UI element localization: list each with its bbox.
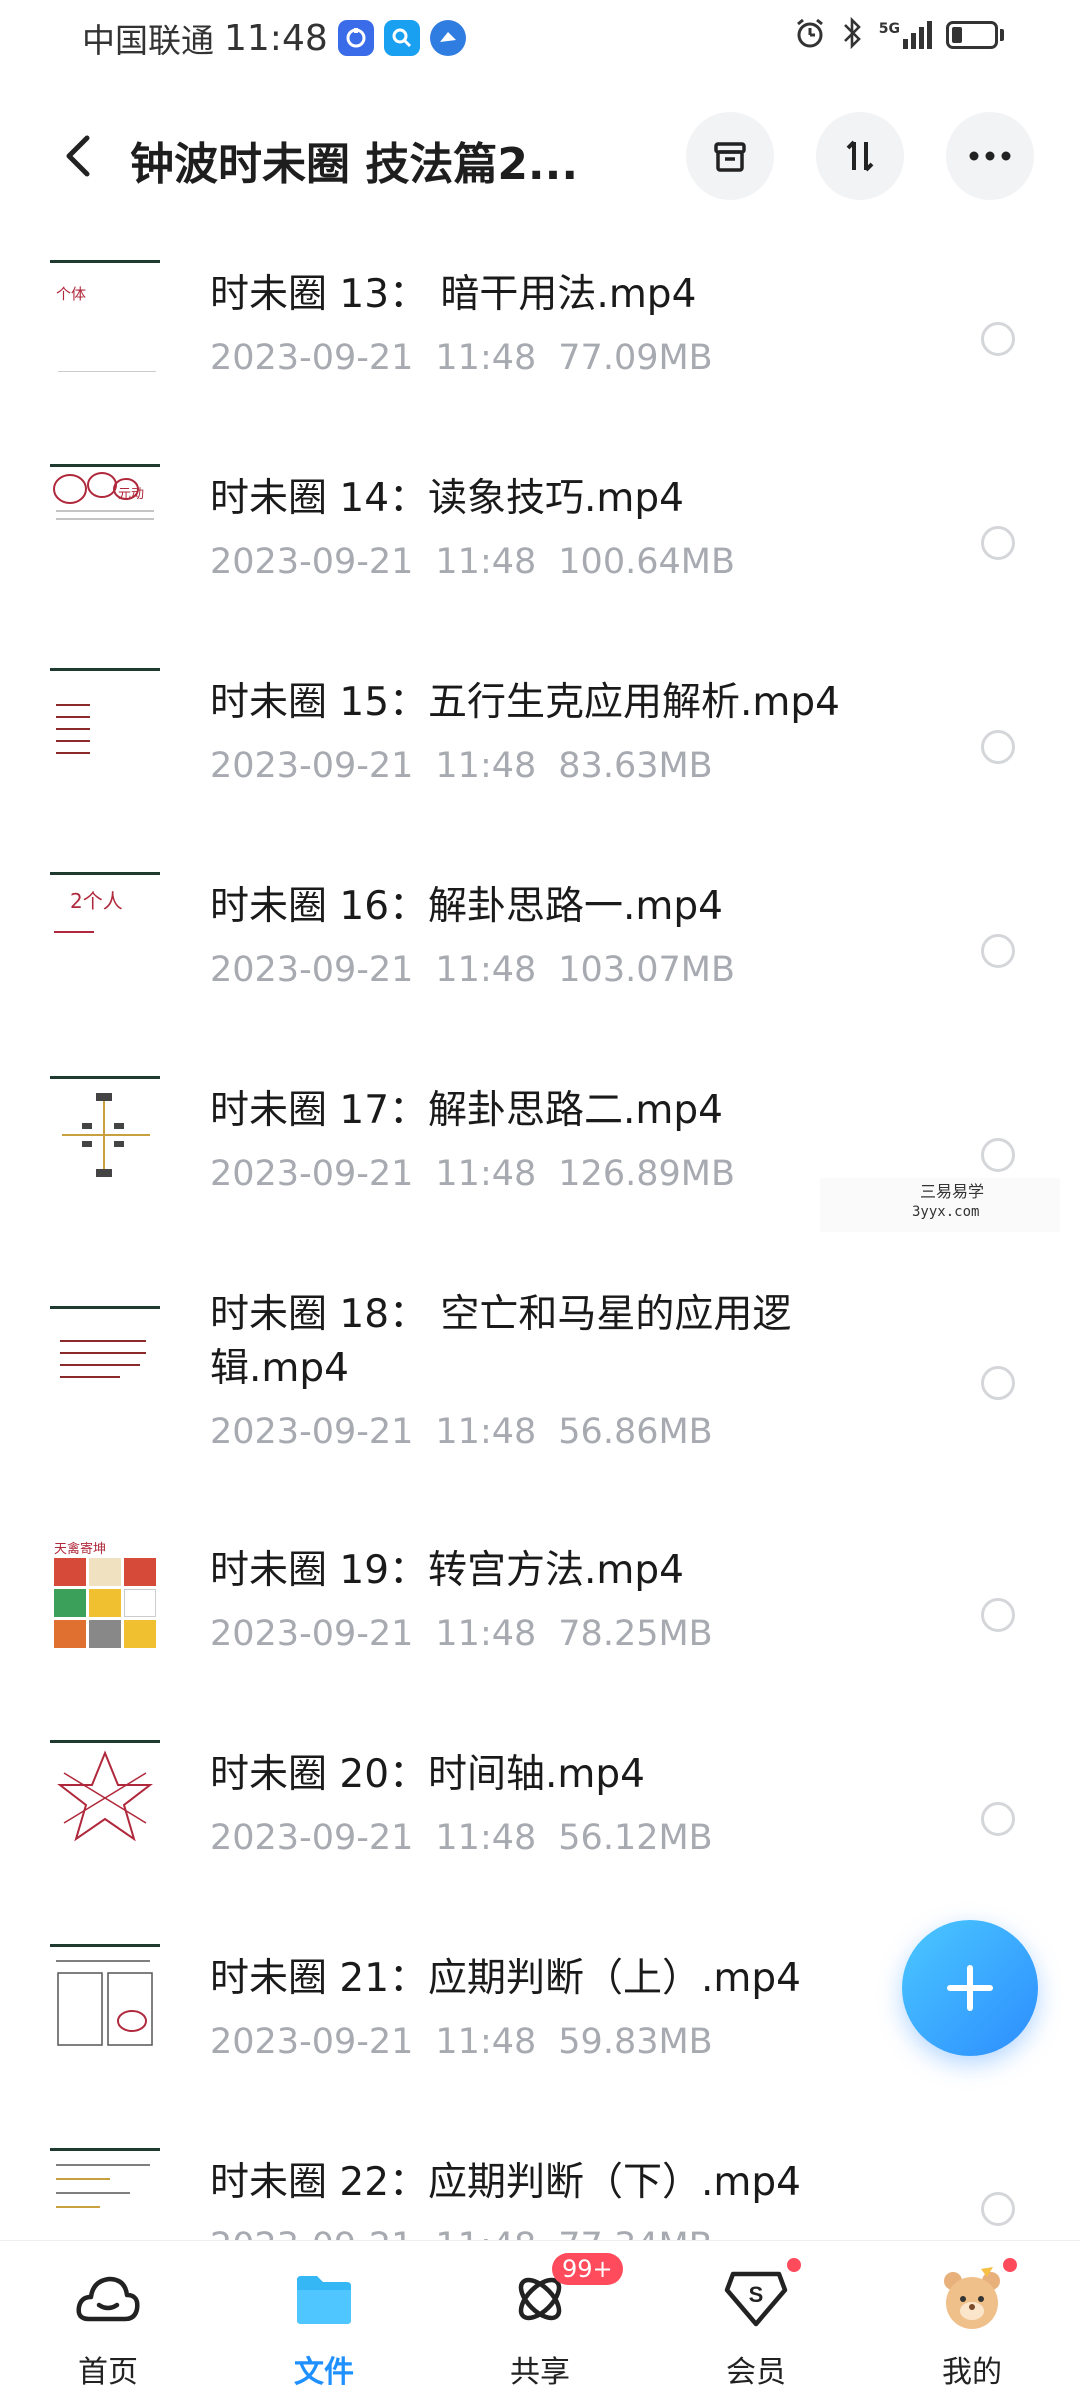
file-name: 时未圈 15：五行生克应用解析.mp4: [210, 680, 840, 725]
file-row[interactable]: 时未圈 18： 空亡和马星的应用逻辑.mp4 2023-09-21 11:48 56…: [0, 1280, 1080, 1510]
file-meta: 2023-09-21 11:48 126.89MB: [210, 1154, 735, 1194]
signal-5g-icon: 5G: [879, 21, 932, 49]
file-name: 时未圈 18： 空亡和马星的应用逻辑.mp4: [210, 1292, 792, 1391]
file-row[interactable]: 个体 时未圈 13： 暗干用法.mp4 2023-09-21 11:48 77.09…: [0, 260, 1080, 430]
back-button[interactable]: [48, 126, 108, 186]
nav-item-profile[interactable]: 我的: [892, 2255, 1052, 2393]
archive-box-icon: [714, 142, 746, 172]
select-radio[interactable]: [981, 1366, 1015, 1400]
nav-item-files[interactable]: 文件: [244, 2263, 404, 2393]
video-thumbnail: [50, 668, 160, 783]
share-orbit-icon: 99+: [502, 2253, 623, 2335]
battery-icon: [946, 21, 1004, 49]
status-time: 11:48: [224, 17, 328, 59]
back-arrow-icon: [66, 135, 90, 177]
video-thumbnail: [50, 1076, 160, 1191]
file-row[interactable]: 天禽寄坤 时未圈 19：转宫方法.mp4 2023-09-21 11:48 78.2…: [0, 1536, 1080, 1706]
video-thumbnail: 个体: [50, 260, 160, 375]
profile-red-dot: [1000, 2255, 1020, 2275]
file-row[interactable]: 时未圈 22：应期判断（下）.mp4 2023-09-2111:4877.34M…: [0, 2148, 1080, 2240]
video-thumbnail: 天禽寄坤: [50, 1536, 160, 1651]
video-thumbnail: 2个人: [50, 872, 160, 987]
archive-button[interactable]: [686, 112, 774, 200]
more-options-button[interactable]: [946, 112, 1034, 200]
video-thumbnail: [50, 2148, 160, 2240]
file-meta: 2023-09-2111:4877.34MB: [210, 2226, 735, 2240]
file-meta: 2023-09-21 11:48 100.64MB: [210, 542, 735, 582]
vip-diamond-icon: S: [718, 2255, 804, 2335]
file-name: 时未圈 19：转宫方法.mp4: [210, 1548, 684, 1593]
nav-item-share[interactable]: 99+ 共享: [460, 2253, 623, 2393]
video-thumbnail: [50, 1740, 160, 1855]
file-row[interactable]: 时未圈 15：五行生克应用解析.mp4 2023-09-21 11:48 83.63…: [0, 668, 1080, 838]
notification-app-icon: [337, 20, 374, 56]
file-name: 时未圈 20：时间轴.mp4: [210, 1752, 645, 1797]
plus-icon: [947, 1965, 993, 2011]
select-radio[interactable]: [981, 526, 1015, 560]
add-button[interactable]: [902, 1920, 1038, 2056]
file-meta: 2023-09-21 11:48 56.86MB: [210, 1412, 713, 1452]
file-meta: 2023-09-21 11:48 103.07MB: [210, 950, 735, 990]
video-thumbnail: [50, 1306, 160, 1421]
top-app-bar: 钟波时未圈 技法篇2...: [0, 100, 1080, 212]
select-radio[interactable]: [981, 730, 1015, 764]
file-meta: 2023-09-21 11:48 59.83MB: [210, 2022, 713, 2062]
select-radio[interactable]: [981, 934, 1015, 968]
file-name: 时未圈 21：应期判断（上）.mp4: [210, 1956, 801, 2001]
status-bar: 中国联通 11:48 5G: [0, 0, 1080, 72]
select-radio[interactable]: [981, 1598, 1015, 1632]
file-name: 时未圈 16：解卦思路一.mp4: [210, 884, 723, 929]
sort-arrows-icon: [846, 140, 874, 172]
select-radio[interactable]: [981, 322, 1015, 356]
browser-app-icon: [429, 20, 466, 56]
file-name: 时未圈 17：解卦思路二.mp4: [210, 1088, 723, 1133]
nav-item-home[interactable]: 首页: [28, 2263, 188, 2393]
page-title: 钟波时未圈 技法篇2...: [130, 139, 579, 190]
file-name: 时未圈 13： 暗干用法.mp4: [210, 272, 697, 317]
carrier-name: 中国联通: [82, 21, 214, 60]
file-meta: 2023-09-21 11:48 78.25MB: [210, 1614, 713, 1654]
video-thumbnail: 元动: [50, 464, 160, 579]
file-meta: 2023-09-21 11:48 56.12MB: [210, 1818, 713, 1858]
select-radio[interactable]: [981, 1802, 1015, 1836]
file-row[interactable]: 元动 时未圈 14：读象技巧.mp4 2023-09-21 11:48 100.64…: [0, 464, 1080, 634]
home-cloud-icon: [70, 2263, 146, 2335]
vip-red-dot: [784, 2255, 804, 2275]
video-thumbnail: [50, 1944, 160, 2059]
select-radio[interactable]: [981, 2192, 1015, 2226]
select-radio[interactable]: [981, 1138, 1015, 1172]
file-row[interactable]: 2个人 时未圈 16：解卦思路一.mp4 2023-09-21 11:48 103.…: [0, 872, 1080, 1042]
sort-button[interactable]: [816, 112, 904, 200]
svg-text:S: S: [749, 2282, 764, 2307]
file-name: 时未圈 14：读象技巧.mp4: [210, 476, 684, 521]
file-meta: 2023-09-21 11:48 77.09MB: [210, 338, 713, 378]
folder-icon: [286, 2263, 362, 2335]
site-watermark: 三易易学 3yyx.com: [820, 1178, 1060, 1232]
more-dots-icon: [969, 151, 1011, 161]
file-name: 时未圈 22：应期判断（下）.mp4: [210, 2160, 801, 2205]
bear-avatar-icon: [934, 2255, 1020, 2335]
file-meta: 2023-09-21 11:48 83.63MB: [210, 746, 713, 786]
notification-badge: 99+: [552, 2253, 623, 2285]
file-row[interactable]: 时未圈 20：时间轴.mp4 2023-09-21 11:48 56.12MB: [0, 1740, 1080, 1910]
bottom-navigation: 首页 文件 99+ 共享 S 会员 我的: [0, 2240, 1080, 2400]
bluetooth-icon: [841, 16, 865, 54]
alarm-icon: [793, 16, 827, 54]
nav-item-vip[interactable]: S 会员: [676, 2255, 836, 2393]
search-app-icon: [383, 20, 420, 56]
